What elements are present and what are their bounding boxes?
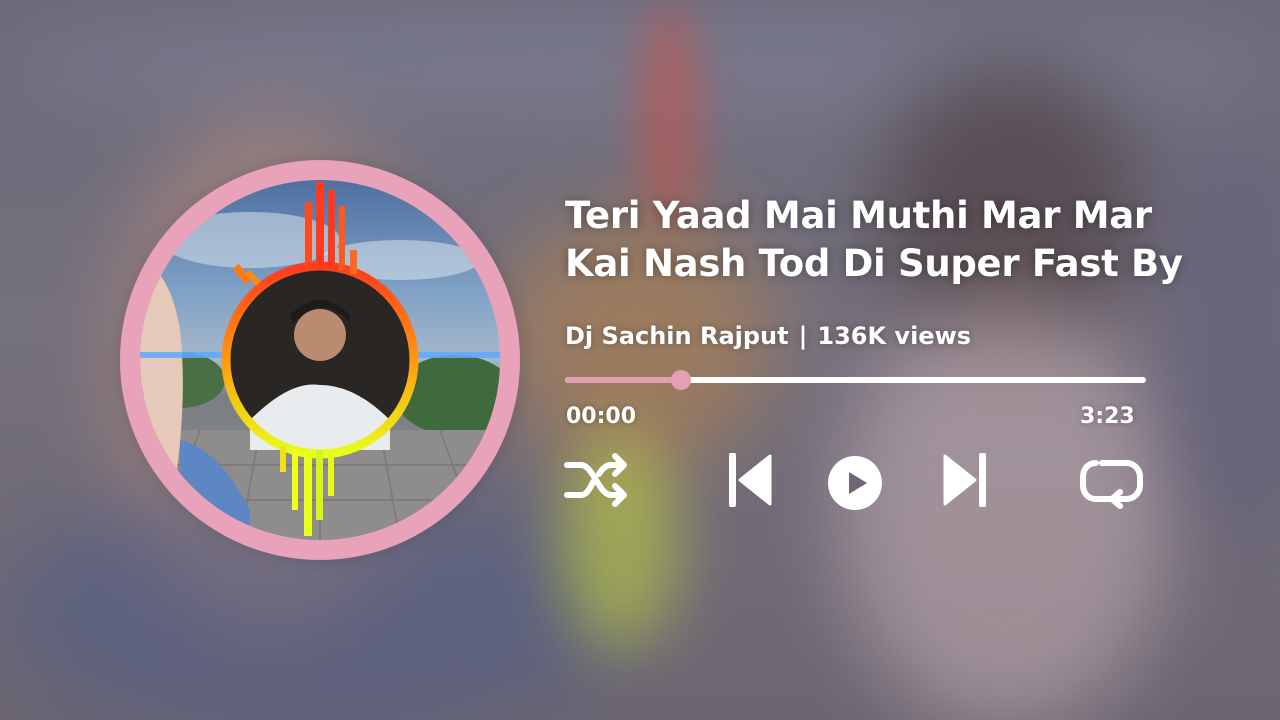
track-title: Teri Yaad Mai Muthi Mar Mar Kai Nash Tod…	[565, 192, 1245, 288]
album-art	[140, 180, 500, 540]
view-count: 136K views	[817, 322, 972, 350]
album-art-ring	[120, 160, 520, 560]
skip-next-icon	[943, 453, 986, 507]
meta-separator: |	[798, 322, 808, 350]
progress-fill	[565, 377, 682, 383]
track-meta: Dj Sachin Rajput | 136K views	[565, 322, 971, 350]
track-title-line-2: Kai Nash Tod Di Super Fast By	[565, 242, 1183, 285]
play-button[interactable]	[827, 455, 883, 511]
skip-previous-icon	[729, 453, 772, 507]
total-time: 3:23	[1080, 404, 1135, 429]
shuffle-button[interactable]	[563, 450, 631, 510]
shuffle-icon	[564, 453, 627, 507]
current-time: 00:00	[566, 404, 637, 429]
repeat-button[interactable]	[1078, 455, 1146, 509]
play-icon	[828, 456, 882, 510]
album-art-image	[140, 182, 500, 540]
artist-name[interactable]: Dj Sachin Rajput	[565, 322, 789, 350]
repeat-icon	[1080, 460, 1143, 509]
previous-button[interactable]	[726, 450, 774, 510]
track-title-line-1: Teri Yaad Mai Muthi Mar Mar	[565, 194, 1152, 237]
next-button[interactable]	[941, 450, 989, 510]
progress-bar[interactable]	[565, 370, 1146, 390]
